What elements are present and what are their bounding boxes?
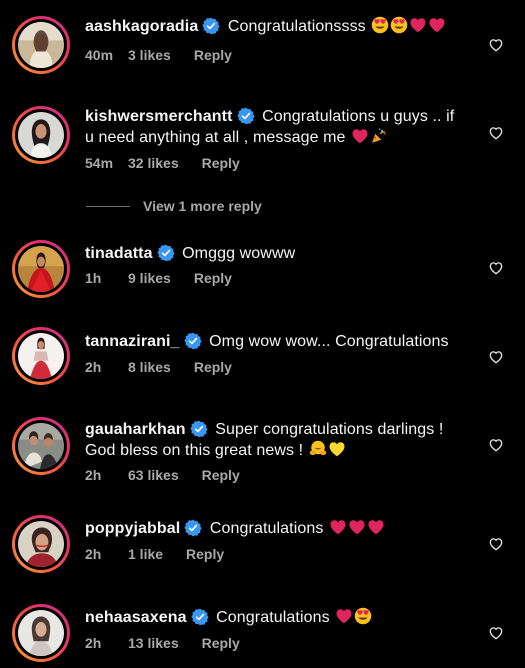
comment-username[interactable]: gauaharkhan (85, 421, 186, 438)
comment-username[interactable]: tinadatta (85, 245, 153, 262)
like-heart-icon[interactable] (488, 625, 504, 641)
comment-text: poppyjabbal Congratulations (85, 518, 465, 539)
comment-meta: 54m 32 likes Reply (85, 155, 240, 171)
comment-text: kishwersmerchantt Congratulations u guys… (85, 106, 465, 148)
comment-username[interactable]: aashkagoradia (85, 18, 198, 35)
avatar[interactable] (12, 240, 70, 298)
comment-meta: 2h 8 likes Reply (85, 359, 232, 375)
comment-time: 2h (85, 546, 102, 562)
comment-time: 2h (85, 359, 102, 375)
comment-likes[interactable]: 1 like (128, 546, 163, 562)
comment-body: Congratulations (209, 520, 324, 537)
like-heart-icon[interactable] (488, 260, 504, 276)
comment-time: 2h (85, 635, 102, 651)
verified-badge-icon (184, 519, 202, 537)
red-heart-emoji-icon (367, 518, 385, 536)
verified-badge-icon (191, 608, 209, 626)
comment-username[interactable]: kishwersmerchantt (85, 108, 233, 125)
red-heart-emoji-icon (351, 127, 369, 145)
like-heart-icon[interactable] (488, 37, 504, 53)
like-heart-icon[interactable] (488, 125, 504, 141)
comment-time: 1h (85, 270, 102, 286)
reply-button[interactable]: Reply (186, 546, 224, 562)
like-heart-icon[interactable] (488, 349, 504, 365)
heart-eyes-emoji-icon (390, 16, 408, 34)
avatar[interactable] (12, 106, 70, 164)
comment-meta: 2h 1 like Reply (85, 546, 224, 562)
red-heart-emoji-icon (428, 16, 446, 34)
view-more-replies-label: View 1 more reply (143, 198, 262, 214)
verified-badge-icon (184, 332, 202, 350)
heart-eyes-emoji-icon (354, 607, 372, 625)
avatar[interactable] (12, 515, 70, 573)
comment-username[interactable]: nehaasaxena (85, 609, 187, 626)
verified-badge-icon (157, 244, 175, 262)
avatar[interactable] (12, 417, 70, 475)
heart-eyes-emoji-icon (371, 16, 389, 34)
comment-text: tinadatta Omggg wowww (85, 243, 465, 264)
comment-time: 2h (85, 467, 102, 483)
comment-meta: 2h 63 likes Reply (85, 467, 240, 483)
reply-button[interactable]: Reply (194, 359, 232, 375)
reply-button[interactable]: Reply (202, 467, 240, 483)
hugging-face-emoji-icon (309, 440, 327, 458)
comment-text: nehaasaxena Congratulations (85, 607, 465, 628)
reply-button[interactable]: Reply (194, 47, 232, 63)
comment-time: 40m (85, 47, 114, 63)
verified-badge-icon (237, 107, 255, 125)
view-more-replies-button[interactable]: View 1 more reply (86, 198, 262, 214)
red-heart-emoji-icon (329, 518, 347, 536)
red-heart-emoji-icon (348, 518, 366, 536)
comment-text: aashkagoradia Congratulationssss (85, 16, 465, 37)
verified-badge-icon (190, 420, 208, 438)
yellow-heart-emoji-icon (328, 440, 346, 458)
like-heart-icon[interactable] (488, 536, 504, 552)
comment-body: Congratulations (216, 609, 330, 626)
comment-body: Congratulationssss (227, 18, 366, 35)
comment-likes[interactable]: 32 likes (128, 155, 179, 171)
party-popper-emoji-icon (370, 127, 388, 145)
comment-meta: 2h 13 likes Reply (85, 635, 240, 651)
comment-meta: 40m 3 likes Reply (85, 47, 232, 63)
comment-body: Omg wow wow... Congratulations (209, 333, 449, 350)
like-heart-icon[interactable] (488, 437, 504, 453)
comment-likes[interactable]: 8 likes (128, 359, 171, 375)
comment-likes[interactable]: 13 likes (128, 635, 179, 651)
avatar[interactable] (12, 604, 70, 662)
comment-text: gauaharkhan Super congratulations darlin… (85, 419, 465, 461)
divider-line (86, 206, 130, 207)
verified-badge-icon (202, 17, 220, 35)
comment-time: 54m (85, 155, 114, 171)
comment-likes[interactable]: 9 likes (128, 270, 171, 286)
reply-button[interactable]: Reply (194, 270, 232, 286)
avatar[interactable] (12, 16, 70, 74)
comment-likes[interactable]: 63 likes (128, 467, 179, 483)
red-heart-emoji-icon (409, 16, 427, 34)
comment-text: tannazirani_ Omg wow wow... Congratulati… (85, 331, 465, 352)
comment-body: Omggg wowww (182, 245, 296, 262)
red-heart-emoji-icon (335, 607, 353, 625)
comment-likes[interactable]: 3 likes (128, 47, 171, 63)
reply-button[interactable]: Reply (202, 635, 240, 651)
avatar[interactable] (12, 327, 70, 385)
reply-button[interactable]: Reply (202, 155, 240, 171)
comment-username[interactable]: tannazirani_ (85, 333, 180, 350)
comment-meta: 1h 9 likes Reply (85, 270, 232, 286)
comment-username[interactable]: poppyjabbal (85, 520, 180, 537)
